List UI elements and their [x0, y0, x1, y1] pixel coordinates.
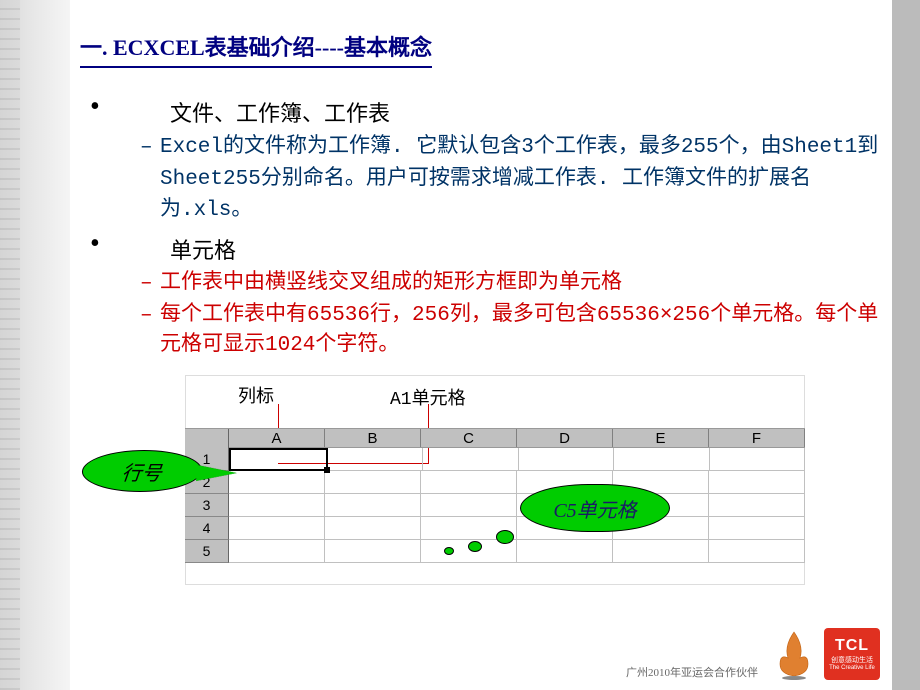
grid-cell [613, 540, 709, 563]
section-files: 文件、工作簿、工作表 Excel的文件称为工作簿. 它默认包含3个工作表，最多2… [80, 96, 880, 227]
grid-cell [423, 448, 519, 471]
asian-games-flame-icon [774, 628, 814, 680]
column-header-label: 列标 [238, 382, 274, 408]
grid-cell [229, 517, 325, 540]
section2-heading: 单元格 [80, 233, 880, 265]
corner-cell [185, 429, 229, 449]
grid-cell [421, 471, 517, 494]
grid-cell [325, 494, 421, 517]
col-header: F [709, 429, 805, 447]
footer-logos: 广州2010年亚运会合作伙伴 TCL 创意感动生活 The Creative L… [626, 628, 880, 680]
c5-cell-callout: C5单元格 [520, 484, 670, 532]
grid-cell [325, 517, 421, 540]
grid-cell [709, 540, 805, 563]
grid-cell [709, 517, 805, 540]
table-row: 2 [185, 471, 805, 494]
right-rail-decor [892, 0, 920, 690]
section-cells: 单元格 工作表中由横竖线交叉组成的矩形方框即为单元格 每个工作表中有65536行… [80, 233, 880, 362]
grid-cell [325, 540, 421, 563]
row-label-text: 行号 [120, 457, 163, 486]
tcl-logo-text: TCL [835, 637, 869, 655]
grid-cell [229, 471, 325, 494]
row-number: 4 [185, 517, 229, 540]
table-row: 4 [185, 517, 805, 540]
table-row: 5 [185, 540, 805, 563]
grid-cell [328, 448, 424, 471]
cloud-bubble-icon [468, 541, 482, 552]
section2-line2: 每个工作表中有65536行，256列，最多可包含65536×256个单元格。每个… [80, 301, 880, 362]
column-headers-row: A B C D E F [185, 428, 805, 448]
grid-cell [709, 471, 805, 494]
grid-cell [614, 448, 710, 471]
section1-heading: 文件、工作簿、工作表 [80, 96, 880, 128]
grid-cell [710, 448, 806, 471]
section2-line1: 工作表中由横竖线交叉组成的矩形方框即为单元格 [80, 269, 880, 299]
footer-event-text: 广州2010年亚运会合作伙伴 [626, 664, 758, 680]
leader-line-column [278, 404, 279, 430]
table-row: 3 [185, 494, 805, 517]
col-header: E [613, 429, 709, 447]
cloud-bubble-icon [444, 547, 454, 555]
slide-title: 一. ECXCEL表基础介绍----基本概念 [80, 30, 432, 68]
col-header: C [421, 429, 517, 447]
c5-label-text: C5单元格 [553, 494, 636, 523]
row-number: 5 [185, 540, 229, 563]
grid-cell [229, 494, 325, 517]
tcl-slogan-en: The Creative Life [829, 665, 875, 671]
table-row: 1 [185, 448, 805, 471]
col-header: B [325, 429, 421, 447]
col-header: D [517, 429, 613, 447]
grid-cell [709, 494, 805, 517]
row-number: 3 [185, 494, 229, 517]
grid-cell [421, 494, 517, 517]
section1-body: Excel的文件称为工作簿. 它默认包含3个工作表，最多255个，由Sheet1… [80, 132, 880, 227]
left-rail-decor [0, 0, 70, 690]
grid-cell [325, 471, 421, 494]
grid-cell [519, 448, 615, 471]
tcl-logo-icon: TCL 创意感动生活 The Creative Life [824, 628, 880, 680]
grid-cell [517, 540, 613, 563]
tcl-slogan-cn: 创意感动生活 [831, 655, 873, 665]
grid-rows: 1 2 3 4 5 [185, 448, 805, 563]
cell-a1-selected [229, 448, 328, 471]
col-header: A [229, 429, 325, 447]
cloud-bubble-icon [496, 530, 514, 544]
grid-cell [229, 540, 325, 563]
